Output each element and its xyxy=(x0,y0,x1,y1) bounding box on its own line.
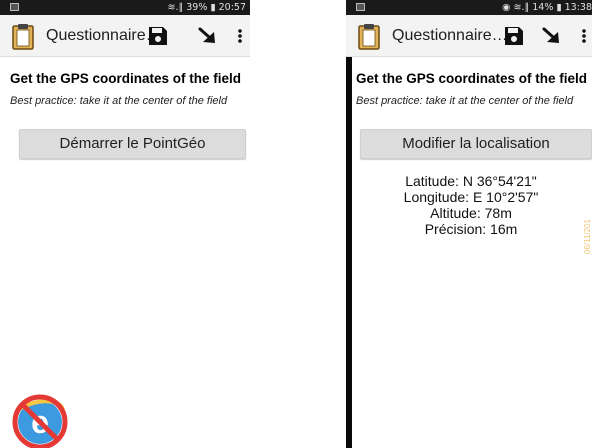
date-watermark: 06/11/201 xyxy=(583,219,592,254)
clipboard-icon xyxy=(12,24,34,50)
status-text: ◉ ≋.∥ 14% ▮ 13:38 xyxy=(502,2,592,13)
question-label: Get the GPS coordinates of the field xyxy=(10,71,242,86)
app-toolbar: Questionnaire… xyxy=(0,15,250,57)
status-bar: ◉ ≋.∥ 14% ▮ 13:38 xyxy=(346,0,592,15)
form-title: Questionnaire… xyxy=(46,27,162,44)
notification-icon xyxy=(356,3,365,11)
clipboard-icon xyxy=(358,24,380,50)
status-text: ≋.∥ 39% ▮ 20:57 xyxy=(167,2,246,13)
navigate-icon[interactable] xyxy=(540,24,564,48)
notification-icon xyxy=(10,3,19,11)
gps-readout: Latitude: N 36°54'21" Longitude: E 10°2'… xyxy=(346,173,592,237)
start-geopoint-button[interactable]: Démarrer le PointGéo xyxy=(19,129,246,159)
longitude-value: Longitude: E 10°2'57" xyxy=(403,189,539,205)
question-label: Get the GPS coordinates of the field xyxy=(356,71,588,86)
precision-value: Précision: 16m xyxy=(424,221,518,237)
modify-location-button[interactable]: Modifier la localisation xyxy=(360,129,592,159)
save-icon[interactable] xyxy=(502,24,526,48)
question-hint: Best practice: take it at the center of … xyxy=(356,95,574,107)
no-internet-explorer-icon: e xyxy=(12,394,68,448)
phone-screen-right: ◉ ≋.∥ 14% ▮ 13:38 Questionnaire… Get the… xyxy=(346,0,592,448)
save-icon[interactable] xyxy=(146,24,170,48)
overflow-menu-icon[interactable] xyxy=(232,24,248,48)
question-hint: Best practice: take it at the center of … xyxy=(10,95,228,107)
form-title: Questionnaire… xyxy=(392,27,508,44)
altitude-value: Altitude: 78m xyxy=(430,205,512,221)
latitude-value: Latitude: N 36°54'21" xyxy=(405,173,537,189)
phone-screen-left: ≋.∥ 39% ▮ 20:57 Questionnaire… Get the G… xyxy=(0,0,250,448)
navigate-icon[interactable] xyxy=(196,24,220,48)
status-bar: ≋.∥ 39% ▮ 20:57 xyxy=(0,0,250,15)
overflow-menu-icon[interactable] xyxy=(576,24,592,48)
app-toolbar: Questionnaire… xyxy=(346,15,592,57)
